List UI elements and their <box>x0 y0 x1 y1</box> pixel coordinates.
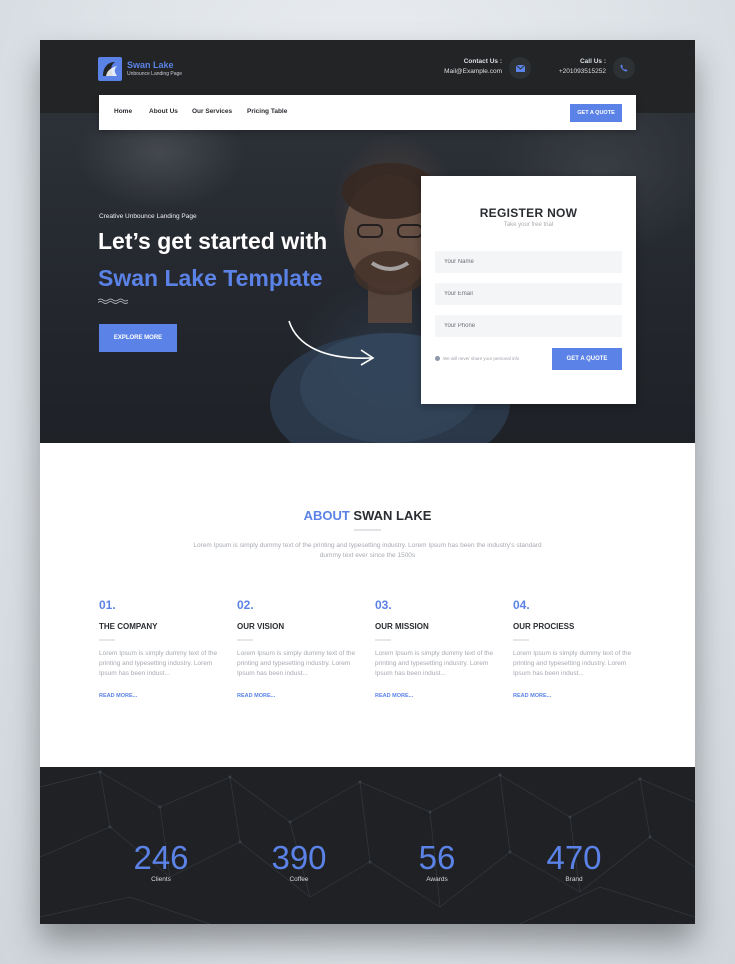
column-title: OUR MISSION <box>375 622 429 631</box>
contact-call-value[interactable]: +201093515252 <box>540 67 606 77</box>
column-divider <box>375 639 391 641</box>
nav-item-home[interactable]: Home <box>114 108 132 115</box>
nav-get-quote-button[interactable]: GET A QUOTE <box>570 104 622 122</box>
column-divider <box>513 639 529 641</box>
about-column-vision: 02. OUR VISION Lorem Ipsum is simply dum… <box>237 598 362 699</box>
stat-awards: 56 Awards <box>392 839 482 884</box>
nav-item-about[interactable]: About Us <box>149 108 178 115</box>
stat-brand: 470 Brand <box>529 839 619 884</box>
hero-headline-line-2: Swan Lake Template <box>98 265 323 291</box>
contact-mail: Contact Us : Mail@Example.com <box>432 57 502 77</box>
privacy-note: We will never share your personal info <box>435 356 519 361</box>
column-text: Lorem Ipsum is simply dummy text of the … <box>375 650 494 677</box>
read-more-link[interactable]: READ MORE... <box>237 693 362 699</box>
privacy-note-text: We will never share your personal info <box>443 356 520 361</box>
column-text: Lorem Ipsum is simply dummy text of the … <box>513 650 632 677</box>
info-icon <box>435 356 440 361</box>
about-heading-rest: SWAN LAKE <box>349 508 432 523</box>
hero-eyebrow: Creative Unbounce Landing Page <box>99 213 197 220</box>
column-title: OUR VISION <box>237 622 285 631</box>
column-title: THE COMPANY <box>99 622 158 631</box>
brand-logo[interactable]: Swan Lake Unbounce Landing Page <box>98 57 182 81</box>
nav-item-services[interactable]: Our Services <box>192 108 232 115</box>
about-column-company: 01. THE COMPANY Lorem Ipsum is simply du… <box>99 598 224 699</box>
curved-arrow-icon <box>288 320 375 366</box>
column-number: 02. <box>237 598 254 612</box>
stat-label: Coffee <box>289 876 309 883</box>
contact-mail-label: Contact Us : <box>463 58 502 65</box>
column-number: 04. <box>513 598 530 612</box>
envelope-icon[interactable] <box>509 57 531 79</box>
column-divider <box>99 639 115 641</box>
column-title: OUR PROCIESS <box>513 622 575 631</box>
wave-divider-icon <box>98 298 128 304</box>
stats-section: 246 Clients 390 Coffee 56 Awards 470 Bra… <box>40 767 695 924</box>
about-description: Lorem Ipsum is simply dummy text of the … <box>193 542 542 559</box>
column-number: 01. <box>99 598 116 612</box>
stat-value: 470 <box>546 839 602 876</box>
contact-call-label: Call Us : <box>579 58 606 65</box>
stat-label: Brand <box>565 876 583 883</box>
landing-page-mockup: Swan Lake Unbounce Landing Page Contact … <box>40 40 695 924</box>
phone-input[interactable] <box>435 315 622 337</box>
about-divider <box>354 529 381 531</box>
about-column-process: 04. OUR PROCIESS Lorem Ipsum is simply d… <box>513 598 638 699</box>
column-text: Lorem Ipsum is simply dummy text of the … <box>237 650 356 677</box>
contact-call: Call Us : +201093515252 <box>540 57 606 77</box>
read-more-link[interactable]: READ MORE... <box>513 693 638 699</box>
read-more-link[interactable]: READ MORE... <box>375 693 500 699</box>
stat-value: 390 <box>271 839 327 876</box>
register-title: REGISTER NOW <box>479 206 578 220</box>
about-column-mission: 03. OUR MISSION Lorem Ipsum is simply du… <box>375 598 500 699</box>
stat-value: 56 <box>418 839 456 876</box>
column-divider <box>237 639 253 641</box>
name-input[interactable] <box>435 251 622 273</box>
hero-headline-line-1: Let’s get started with <box>98 228 328 254</box>
register-subtitle: Take your free trial <box>503 222 554 228</box>
brand-tagline: Unbounce Landing Page <box>127 71 183 77</box>
brand-name: Swan Lake <box>127 60 174 70</box>
stat-coffee: 390 Coffee <box>254 839 344 884</box>
column-number: 03. <box>375 598 392 612</box>
read-more-link[interactable]: READ MORE... <box>99 693 224 699</box>
about-heading: ABOUT SWAN LAKE <box>40 508 695 523</box>
stat-value: 246 <box>133 839 189 876</box>
main-navigation: Home About Us Our Services Pricing Table… <box>99 95 636 130</box>
register-form-card: REGISTER NOW Take your free trial We wil… <box>421 176 636 404</box>
stat-label: Awards <box>426 876 448 883</box>
contact-mail-value[interactable]: Mail@Example.com <box>432 67 502 77</box>
swan-logo-icon <box>98 57 122 81</box>
form-get-quote-button[interactable]: GET A QUOTE <box>552 348 622 370</box>
stat-clients: 246 Clients <box>116 839 206 884</box>
column-text: Lorem Ipsum is simply dummy text of the … <box>99 650 218 677</box>
nav-item-pricing[interactable]: Pricing Table <box>247 108 287 115</box>
about-heading-accent: ABOUT <box>303 508 350 523</box>
email-input[interactable] <box>435 283 622 305</box>
phone-icon[interactable] <box>613 57 635 79</box>
explore-more-button[interactable]: EXPLORE MORE <box>99 324 177 352</box>
stat-label: Clients <box>151 876 171 883</box>
